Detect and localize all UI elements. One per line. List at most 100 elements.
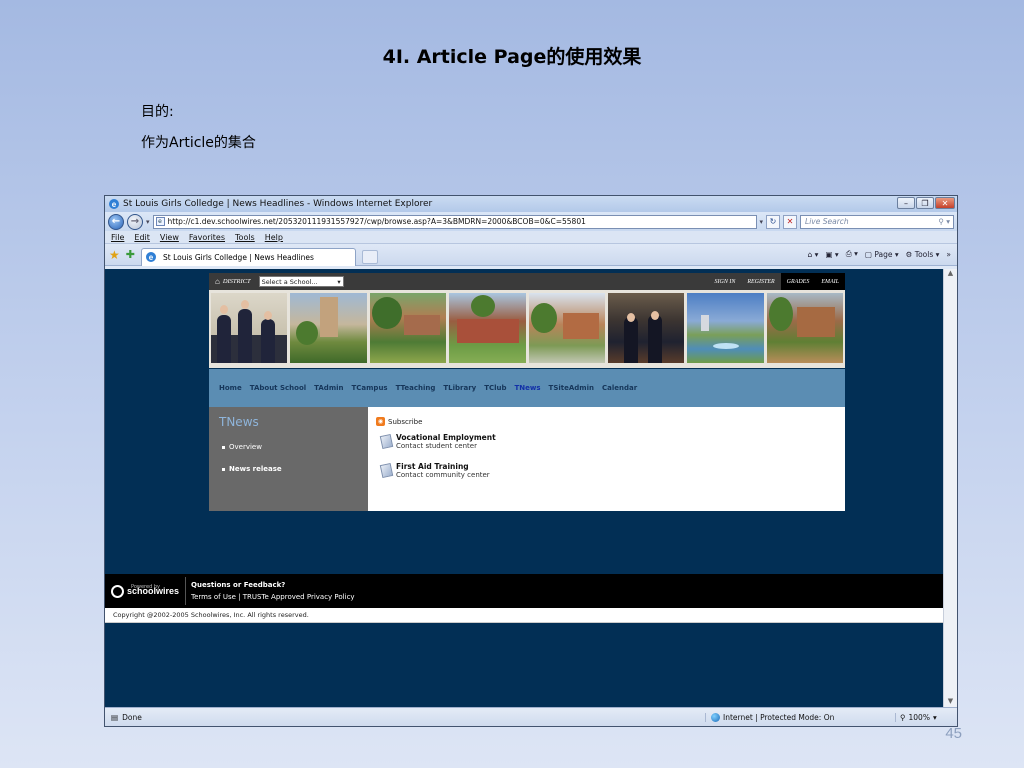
campus-walkway-photo xyxy=(766,293,843,363)
zoom-icon: ⚲ xyxy=(900,712,906,722)
student-face xyxy=(241,300,249,309)
menu-file[interactable]: File xyxy=(111,233,124,242)
page-icon: e xyxy=(155,217,165,226)
nav-about-school[interactable]: TAbout School xyxy=(246,384,310,392)
home-icon[interactable]: ⌂ ▾ xyxy=(808,250,819,259)
feedback-link[interactable]: Questions or Feedback? xyxy=(191,581,285,589)
schoolwires-logo[interactable]: Powered by schoolwires xyxy=(111,577,187,605)
tab-row: ★ ✚ e St Louis Girls Colledge | News Hea… xyxy=(105,244,957,266)
globe-icon xyxy=(711,712,720,722)
window-title: St Louis Girls Colledge | News Headlines… xyxy=(123,199,433,209)
scroll-up-icon[interactable]: ▲ xyxy=(944,269,957,281)
nav-home[interactable]: Home xyxy=(215,384,246,392)
zoom-dropdown-icon: ▾ xyxy=(932,712,937,722)
nav-campus[interactable]: TCampus xyxy=(348,384,392,392)
print-icon[interactable]: ⎙ ▾ xyxy=(846,249,858,259)
feeds-icon[interactable]: ▣ ▾ xyxy=(825,250,838,259)
sidebar-item-news-release[interactable]: News release xyxy=(222,465,358,473)
add-favorite-icon[interactable]: ✚ xyxy=(126,248,135,261)
address-bar[interactable]: e http://c1.dev.schoolwires.net/20532011… xyxy=(152,214,757,229)
vertical-scrollbar[interactable]: ▲ ▼ xyxy=(943,269,957,709)
article-list: ◉ Subscribe Vocational Employment Contac… xyxy=(368,407,845,511)
menu-favorites[interactable]: Favorites xyxy=(189,233,225,242)
subscribe-label: Subscribe xyxy=(388,417,423,426)
site-footer: Powered by schoolwires Questions or Feed… xyxy=(105,574,945,608)
menu-edit[interactable]: Edit xyxy=(134,233,150,242)
feedback-block: Questions or Feedback? Terms of Use | TR… xyxy=(186,579,355,603)
back-button[interactable]: ← xyxy=(108,213,124,230)
nav-admin[interactable]: TAdmin xyxy=(310,384,347,392)
ie-icon: e xyxy=(109,199,119,209)
nav-teaching[interactable]: TTeaching xyxy=(392,384,440,392)
register-link[interactable]: REGISTER xyxy=(741,279,780,285)
zoom-control[interactable]: ⚲ 100% ▾ xyxy=(895,712,957,722)
nav-library[interactable]: TLibrary xyxy=(439,384,480,392)
status-bar: ▤ Done Internet | Protected Mode: On ⚲ 1… xyxy=(105,707,957,726)
list-item[interactable]: First Aid Training Contact community cen… xyxy=(379,462,837,479)
favorites-star-icon[interactable]: ★ xyxy=(109,248,120,262)
minimize-button[interactable]: – xyxy=(897,197,915,209)
more-chevron-icon[interactable]: » xyxy=(946,250,951,259)
person-figure xyxy=(647,315,662,363)
status-done-label: Done xyxy=(122,712,142,722)
students-photo xyxy=(211,293,288,363)
tools-menu[interactable]: ⚙ Tools ▾ xyxy=(906,250,940,259)
district-link[interactable]: DISTRICT xyxy=(223,278,251,285)
email-link[interactable]: EMAIL xyxy=(815,273,845,290)
sidebar-item-overview[interactable]: Overview xyxy=(222,443,358,451)
school-select[interactable]: Select a School... ▾ xyxy=(258,276,344,287)
refresh-button[interactable]: ↻ xyxy=(766,214,781,229)
footer-links[interactable]: Terms of Use | TRUSTe Approved Privacy P… xyxy=(191,591,355,603)
site-topbar: ⌂ DISTRICT Select a School... ▾ SIGN IN … xyxy=(209,273,845,290)
bullet-icon xyxy=(222,467,225,471)
menu-view[interactable]: View xyxy=(160,233,179,242)
forward-button[interactable]: → xyxy=(127,213,143,230)
district-home-icon[interactable]: ⌂ xyxy=(215,277,220,286)
tab-news-headlines[interactable]: e St Louis Girls Colledge | News Headlin… xyxy=(140,247,356,266)
article-subtitle: Contact community center xyxy=(396,471,490,479)
article-title[interactable]: First Aid Training xyxy=(396,462,490,471)
sidebar-item-label: News release xyxy=(229,465,282,473)
student-face xyxy=(220,305,228,314)
menu-help[interactable]: Help xyxy=(265,233,283,242)
page-menu-label: Page xyxy=(874,249,893,259)
maximize-button[interactable]: ❐ xyxy=(916,197,934,209)
person-face xyxy=(650,311,659,320)
handshake-photo xyxy=(607,293,685,363)
tower-building xyxy=(320,297,339,337)
close-button[interactable]: ✕ xyxy=(935,197,955,209)
browser-window: e St Louis Girls Colledge | News Headlin… xyxy=(104,195,958,727)
fountain-pool xyxy=(713,343,740,349)
tower-building xyxy=(701,315,710,331)
document-icon xyxy=(379,433,394,450)
brick-building xyxy=(457,319,520,343)
article-title[interactable]: Vocational Employment xyxy=(396,433,496,442)
page-menu[interactable]: ▢ Page ▾ xyxy=(865,250,899,259)
school-select-value: Select a School... xyxy=(261,277,318,286)
brick-building xyxy=(403,315,440,335)
security-zone[interactable]: Internet | Protected Mode: On xyxy=(705,712,895,722)
nav-calendar[interactable]: Calendar xyxy=(598,384,641,392)
site-top-links: SIGN IN REGISTER GRADES EMAIL xyxy=(708,273,845,290)
history-dropdown-icon[interactable]: ▾ xyxy=(146,218,150,226)
subscribe-link[interactable]: ◉ Subscribe xyxy=(376,417,837,426)
new-tab-button[interactable] xyxy=(361,249,378,264)
campus-tower-photo xyxy=(290,293,367,363)
nav-club[interactable]: TClub xyxy=(480,384,510,392)
tree xyxy=(768,297,793,331)
address-dropdown-icon[interactable]: ▾ xyxy=(760,218,764,226)
menu-tools[interactable]: Tools xyxy=(235,233,255,242)
list-item[interactable]: Vocational Employment Contact student ce… xyxy=(379,433,837,450)
nav-news[interactable]: TNews xyxy=(511,384,545,392)
status-text: ▤ Done xyxy=(105,713,705,722)
page-viewport: ⌂ DISTRICT Select a School... ▾ SIGN IN … xyxy=(105,269,945,709)
stop-button[interactable]: ✕ xyxy=(783,214,798,229)
rss-icon: ◉ xyxy=(376,417,385,426)
campus-garden-photo xyxy=(369,293,447,363)
grades-link[interactable]: GRADES xyxy=(780,273,816,290)
nav-site-admin[interactable]: TSiteAdmin xyxy=(545,384,598,392)
sign-in-link[interactable]: SIGN IN xyxy=(708,279,741,285)
purpose-label: 目的: xyxy=(141,104,174,120)
search-input[interactable]: Live Search ⚲ ▾ xyxy=(800,214,954,229)
search-icon[interactable]: ⚲ ▾ xyxy=(938,217,950,226)
